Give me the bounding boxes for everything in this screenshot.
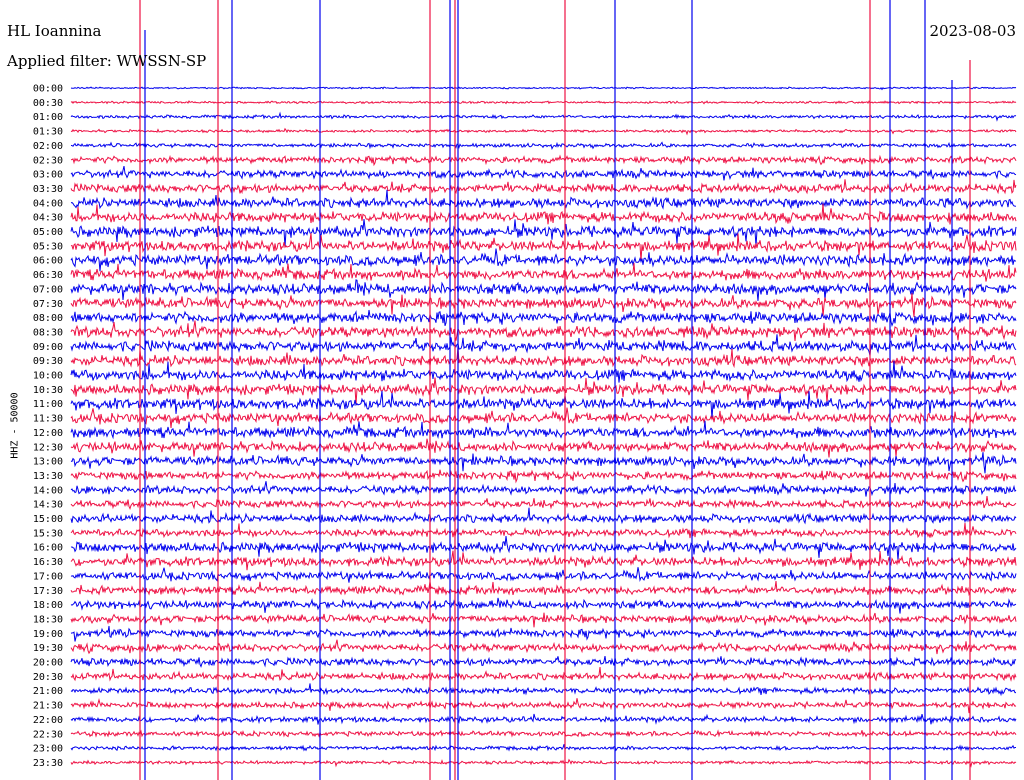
- row-time-label: 05:30: [33, 241, 63, 252]
- trace-line: [70, 262, 1017, 282]
- row-time-label: 23:30: [33, 758, 63, 769]
- row-time-label: 08:30: [33, 327, 63, 338]
- trace-line: [70, 189, 1017, 210]
- row-time-label: 06:00: [33, 256, 63, 267]
- row-time-label: 14:30: [33, 500, 63, 511]
- trace-line: [70, 360, 1017, 383]
- row-time-label: 12:30: [33, 442, 63, 453]
- row-time-label: 06:30: [33, 270, 63, 281]
- trace-line: [70, 127, 1017, 136]
- row-time-label: 22:30: [33, 729, 63, 740]
- trace-line: [70, 293, 1017, 317]
- row-time-label: 23:00: [33, 744, 63, 755]
- row-time-label: 18:30: [33, 614, 63, 625]
- row-time-label: 13:00: [33, 457, 63, 468]
- trace-line: [70, 698, 1017, 714]
- filter-label: Applied filter: WWSSN-SP: [7, 52, 207, 70]
- trace-line: [70, 203, 1017, 225]
- row-time-label: 09:30: [33, 356, 63, 367]
- trace-line: [70, 248, 1017, 272]
- trace-line: [70, 100, 1017, 105]
- trace-line: [70, 758, 1017, 768]
- trace-line: [70, 683, 1016, 697]
- trace-line: [70, 334, 1017, 356]
- trace-line: [70, 111, 1017, 122]
- row-time-label: 16:30: [33, 557, 63, 568]
- trace-line: [70, 420, 1017, 440]
- trace-line: [70, 666, 1017, 682]
- trace-line: [70, 279, 1017, 301]
- row-time-label: 13:30: [33, 471, 63, 482]
- trace-line: [70, 656, 1017, 668]
- row-time-label: 01:30: [33, 127, 63, 138]
- row-time-label: 19:30: [33, 643, 63, 654]
- row-time-label: 20:00: [33, 658, 63, 669]
- trace-line: [70, 729, 1017, 739]
- row-time-label: 18:00: [33, 600, 63, 611]
- trace-line: [70, 320, 1017, 342]
- trace-line: [70, 179, 1017, 195]
- row-time-label: 11:00: [33, 399, 63, 410]
- row-time-label: 02:00: [33, 141, 63, 152]
- time-label-layer: 00:00 00:30 01:00 01:30 02:00 02:30 03:00 03:30…: [33, 84, 63, 769]
- trace-line: [70, 309, 1017, 327]
- trace-line: [70, 581, 1017, 597]
- row-time-label: 10:00: [33, 371, 63, 382]
- trace-line: [70, 536, 1017, 561]
- trace-line: [70, 496, 1017, 510]
- row-time-label: 08:00: [33, 313, 63, 324]
- row-time-label: 17:00: [33, 571, 63, 582]
- row-time-label: 09:00: [33, 342, 63, 353]
- row-time-label: 00:00: [33, 84, 63, 95]
- trace-line: [70, 612, 1017, 628]
- seismogram-plot: 00:00 00:30 01:00 01:30 02:00 02:30 03:00 03:30…: [33, 0, 1017, 780]
- trace-line: [70, 481, 1017, 497]
- trace-line: [70, 713, 1017, 725]
- row-time-label: 19:00: [33, 629, 63, 640]
- row-time-label: 11:30: [33, 414, 63, 425]
- row-time-label: 04:30: [33, 213, 63, 224]
- row-time-label: 15:00: [33, 514, 63, 525]
- trace-line: [70, 550, 1017, 571]
- row-time-label: 03:30: [33, 184, 63, 195]
- trace-line: [70, 438, 1017, 458]
- trace-line: [70, 390, 1017, 420]
- trace-line: [70, 744, 1016, 752]
- row-time-label: 21:30: [33, 701, 63, 712]
- trace-line: [70, 625, 1017, 642]
- row-time-label: 03:00: [33, 170, 63, 181]
- row-time-label: 10:30: [33, 385, 63, 396]
- row-time-label: 00:30: [33, 98, 63, 109]
- row-time-label: 04:00: [33, 198, 63, 209]
- trace-layer: [70, 0, 1017, 780]
- row-time-label: 07:00: [33, 284, 63, 295]
- trace-line: [70, 154, 1017, 167]
- row-time-label: 05:00: [33, 227, 63, 238]
- row-time-label: 22:00: [33, 715, 63, 726]
- row-time-label: 01:00: [33, 112, 63, 123]
- trace-line: [70, 597, 1017, 614]
- row-time-label: 17:30: [33, 586, 63, 597]
- trace-line: [70, 86, 1017, 91]
- trace-line: [70, 346, 1017, 369]
- trace-line: [70, 522, 1017, 539]
- row-time-label: 21:00: [33, 686, 63, 697]
- row-time-label: 20:30: [33, 672, 63, 683]
- row-time-label: 02:30: [33, 155, 63, 166]
- trace-line: [70, 639, 1017, 655]
- trace-line: [70, 407, 1017, 428]
- row-time-label: 16:00: [33, 543, 63, 554]
- trace-line: [70, 567, 1017, 583]
- row-time-label: 14:00: [33, 485, 63, 496]
- trace-line: [70, 452, 1017, 474]
- row-time-label: 07:30: [33, 299, 63, 310]
- trace-line: [70, 141, 1017, 151]
- trace-line: [70, 165, 1017, 181]
- trace-line: [70, 469, 1017, 484]
- row-time-label: 15:30: [33, 528, 63, 539]
- row-time-label: 12:00: [33, 428, 63, 439]
- trace-line: [70, 507, 1017, 525]
